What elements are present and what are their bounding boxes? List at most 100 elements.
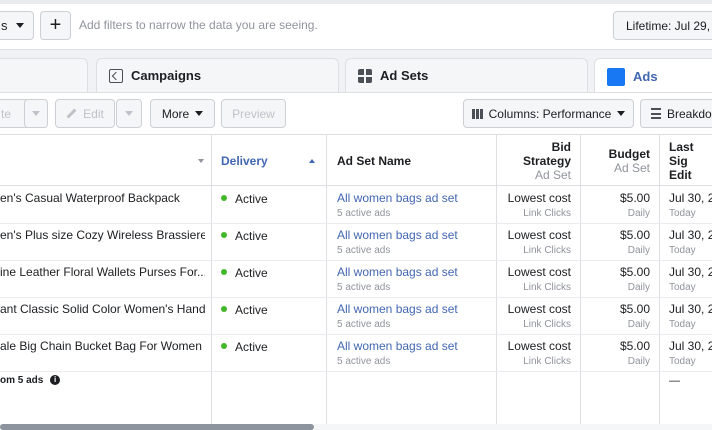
filter-dropdown-label: s (1, 18, 8, 33)
more-button[interactable]: More (150, 99, 215, 128)
adset-subtext: 5 active ads (337, 208, 391, 219)
action-toolbar: te Edit More Preview Columns: Performanc… (0, 92, 712, 134)
tab-ad-sets[interactable]: Ad Sets (345, 58, 588, 92)
table-header: Delivery Ad Set Name Bid Strategy Ad Set… (0, 135, 712, 186)
delivery-status: Active (221, 229, 268, 243)
columns-label: Columns: Performance (488, 106, 612, 121)
preview-label: Preview (232, 106, 275, 121)
budget-value[interactable]: $5.00 (584, 228, 650, 242)
bid-strategy-header[interactable]: Bid Strategy Ad Set (500, 135, 571, 186)
adset-name-header[interactable]: Ad Set Name (337, 135, 487, 186)
tab-campaigns[interactable]: Campaigns (96, 58, 339, 92)
bid-strategy-value: Lowest cost (507, 228, 571, 242)
bid-strategy-value: Lowest cost (507, 339, 571, 353)
add-filter-button[interactable]: + (40, 11, 71, 40)
bid-strategy-sub: Link Clicks (523, 282, 571, 293)
info-icon[interactable]: i (50, 375, 61, 386)
adset-link[interactable]: All women bags ad set (337, 191, 458, 205)
filter-dropdown[interactable]: s (0, 11, 34, 40)
adset-link[interactable]: All women bags ad set (337, 339, 458, 353)
delivery-header[interactable]: Delivery (221, 135, 321, 186)
summary-last-edit: — (669, 375, 680, 387)
filter-bar: s + Add filters to narrow the data you a… (0, 0, 712, 50)
ad-name[interactable]: en's Casual Waterproof Backpack (0, 191, 205, 205)
delivery-label: Active (235, 192, 268, 206)
breakdown-button[interactable]: Breakdo (640, 99, 712, 128)
active-status-dot (221, 342, 227, 349)
budget-value[interactable]: $5.00 (584, 339, 650, 353)
filter-hint[interactable]: Add filters to narrow the data you are s… (79, 18, 318, 32)
bid-strategy-value: Lowest cost (507, 302, 571, 316)
duplicate-menu-button[interactable] (24, 99, 48, 128)
date-range-button[interactable]: Lifetime: Jul 29, 2 (613, 11, 712, 40)
last-edit-sub: Today (669, 319, 696, 330)
last-edit-sub: Today (669, 208, 696, 219)
ads-icon (607, 67, 625, 86)
ad-name[interactable]: ale Big Chain Bucket Bag For Women (0, 339, 205, 353)
adset-link[interactable]: All women bags ad set (337, 265, 458, 279)
active-status-dot (221, 231, 227, 238)
bid-strategy-value: Lowest cost (507, 265, 571, 279)
edit-button[interactable]: Edit (55, 99, 115, 128)
table-row[interactable]: ine Leather Floral Wallets Purses For...… (0, 261, 712, 298)
delivery-label: Active (235, 229, 268, 243)
table-row[interactable]: en's Plus size Cozy Wireless Brassiere Ac… (0, 224, 712, 261)
delivery-status: Active (221, 303, 268, 317)
delivery-header-label: Delivery (221, 153, 268, 168)
last-edit-date: Jul 30, 2 (669, 265, 712, 279)
budget-sub: Daily (627, 208, 650, 219)
chevron-down-icon (617, 111, 626, 116)
adset-subtext: 5 active ads (337, 245, 391, 256)
adset-link[interactable]: All women bags ad set (337, 228, 458, 242)
pencil-icon (66, 108, 77, 119)
budget-header-sub: Ad Set (613, 160, 650, 175)
table-row[interactable]: ale Big Chain Bucket Bag For Women Active… (0, 335, 712, 372)
bid-header-line1: Bid (551, 139, 571, 154)
sort-ascending-icon[interactable] (309, 135, 315, 186)
budget-value[interactable]: $5.00 (584, 191, 650, 205)
adset-link[interactable]: All women bags ad set (337, 302, 458, 316)
breakdown-label: Breakdo (667, 106, 712, 121)
columns-button[interactable]: Columns: Performance (463, 99, 634, 128)
summary-label: om 5 ads (0, 375, 44, 386)
budget-sub: Daily (627, 282, 650, 293)
tab-ads[interactable]: Ads (594, 58, 712, 94)
last-edit-sub: Today (669, 245, 696, 256)
delivery-status: Active (221, 266, 268, 280)
last-edit-date: Jul 30, 2 (669, 191, 712, 205)
top-strip (0, 0, 712, 4)
last-edit-date: Jul 30, 2 (669, 302, 712, 316)
active-status-dot (221, 305, 227, 312)
tab-label: Ads (633, 69, 658, 84)
budget-header[interactable]: Budget Ad Set (584, 135, 650, 186)
sort-up-icon (309, 158, 315, 163)
adset-subtext: 5 active ads (337, 319, 391, 330)
edit-menu-button[interactable] (116, 99, 142, 128)
ad-name[interactable]: ant Classic Solid Color Women's Hand... (0, 302, 205, 316)
last-significant-edit-header[interactable]: Last Sig Edit (669, 135, 712, 186)
budget-value[interactable]: $5.00 (584, 265, 650, 279)
bid-strategy-sub: Link Clicks (523, 208, 571, 219)
level-tabs: Campaigns Ad Sets Ads (0, 58, 712, 94)
preview-button[interactable]: Preview (221, 99, 286, 128)
tab-label: Campaigns (131, 68, 202, 83)
scrollbar-thumb[interactable] (0, 424, 314, 430)
adset-subtext: 5 active ads (337, 282, 391, 293)
tab-account[interactable] (0, 58, 88, 92)
delivery-status: Active (221, 340, 268, 354)
last-edit-date: Jul 30, 2 (669, 228, 712, 242)
chevron-down-icon (195, 111, 204, 116)
bid-header-sub: Ad Set (534, 167, 571, 182)
bid-strategy-sub: Link Clicks (523, 356, 571, 367)
last-edit-sub: Today (669, 356, 696, 367)
budget-value[interactable]: $5.00 (584, 302, 650, 316)
sort-caret-icon (198, 158, 204, 163)
duplicate-label: te (1, 106, 12, 121)
ad-name[interactable]: en's Plus size Cozy Wireless Brassiere (0, 228, 205, 242)
last-header-line1: Last Sig (669, 139, 694, 168)
last-edit-date: Jul 30, 2 (669, 339, 712, 353)
table-row[interactable]: en's Casual Waterproof Backpack Active All… (0, 187, 712, 224)
table-row[interactable]: ant Classic Solid Color Women's Hand... A… (0, 298, 712, 335)
ad-name[interactable]: ine Leather Floral Wallets Purses For... (0, 265, 205, 279)
name-sort-icon[interactable] (198, 135, 204, 186)
